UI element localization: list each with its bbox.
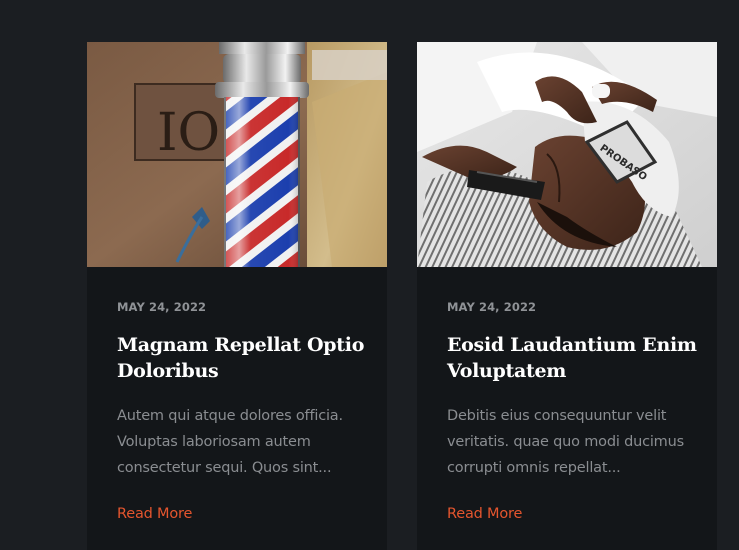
blog-card: IO MAY 24, 2022 Magnam Repellat Optio Do… <box>87 42 387 550</box>
post-excerpt: Debitis eius consequuntur velit veritati… <box>447 408 684 476</box>
post-title[interactable]: Magnam Repellat Optio Doloribus <box>117 332 367 384</box>
barber-pole-photo: IO <box>87 42 387 267</box>
post-title[interactable]: Eosid Laudantium Enim Voluptatem <box>447 332 697 384</box>
post-excerpt: Autem qui atque dolores officia. Volupta… <box>117 408 343 476</box>
read-more-link[interactable]: Read More <box>117 506 192 522</box>
read-more-link[interactable]: Read More <box>447 506 522 522</box>
post-date: MAY 24, 2022 <box>117 300 207 314</box>
blog-card-image-link[interactable]: PROBASO <box>417 42 717 267</box>
blog-card-image-link[interactable]: IO <box>87 42 387 267</box>
image-wall-number: IO <box>157 103 220 163</box>
barber-shave-photo: PROBASO <box>417 42 717 267</box>
blog-card: PROBASO MAY 24, 2022 Eosid Laudantium En… <box>417 42 717 550</box>
post-date: MAY 24, 2022 <box>447 300 537 314</box>
